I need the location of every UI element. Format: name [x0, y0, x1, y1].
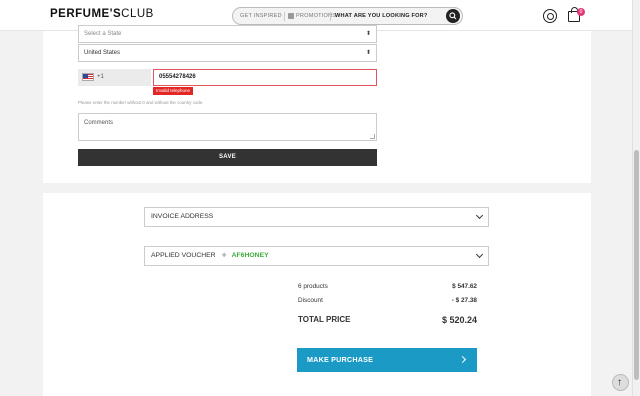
comments-textarea[interactable]: Comments	[78, 113, 377, 141]
search-input[interactable]: WHAT ARE YOU LOOKING FOR?	[335, 13, 428, 19]
make-purchase-button[interactable]: MAKE PURCHASE	[297, 348, 477, 372]
us-flag-icon	[82, 73, 94, 81]
divider	[330, 12, 331, 21]
phone-prefix-select[interactable]: +1	[78, 69, 151, 86]
chevron-down-icon	[475, 250, 484, 259]
arrow-up-icon: ↑	[617, 377, 622, 388]
page-scrollbar[interactable]	[632, 0, 640, 396]
resize-grip-icon[interactable]	[370, 134, 375, 139]
nav-get-inspired[interactable]: GET INSPIRED	[240, 13, 282, 19]
shipping-form-panel: Select a State ⬍ United States ⬍ +1 055542…	[43, 25, 591, 183]
applied-voucher-label: APPLIED VOUCHER	[151, 252, 216, 259]
discount-label: Discount	[298, 297, 323, 304]
user-account-icon[interactable]	[543, 9, 557, 23]
discount-value: - $ 27.38	[451, 297, 477, 304]
phone-prefix-code: +1	[97, 74, 104, 80]
checkout-summary-panel: INVOICE ADDRESS APPLIED VOUCHER ✚ AF6HONEY…	[43, 193, 591, 396]
logo-main-text: PERFUME'S	[50, 8, 122, 20]
comments-placeholder: Comments	[84, 120, 114, 126]
state-select[interactable]: Select a State ⬍	[78, 25, 377, 43]
make-purchase-label: MAKE PURCHASE	[307, 355, 374, 364]
state-select-value: Select a State	[84, 31, 122, 37]
total-label: TOTAL PRICE	[298, 315, 351, 324]
invoice-address-accordion[interactable]: INVOICE ADDRESS	[144, 207, 489, 227]
invoice-address-label: INVOICE ADDRESS	[151, 213, 214, 220]
chevron-down-icon	[475, 211, 484, 220]
select-arrows-icon: ⬍	[365, 50, 371, 56]
plus-icon: ✚	[221, 253, 227, 259]
products-value: $ 547.62	[452, 283, 477, 290]
products-label: 6 products	[298, 283, 328, 290]
country-select[interactable]: United States ⬍	[78, 44, 377, 62]
applied-voucher-accordion[interactable]: APPLIED VOUCHER ✚ AF6HONEY	[144, 246, 489, 266]
back-to-top-button[interactable]: ↑	[612, 374, 629, 391]
select-arrows-icon: ⬍	[365, 31, 371, 37]
phone-hint: Please enter the number without 0 and wi…	[78, 100, 204, 105]
search-bar[interactable]: GET INSPIRED PROMOTIONS WHAT ARE YOU LOO…	[232, 7, 463, 25]
cart-count-badge: 0	[577, 8, 585, 16]
scrollbar-thumb[interactable]	[634, 150, 639, 380]
logo-club-text: CLUB	[121, 8, 154, 20]
voucher-code: AF6HONEY	[231, 252, 269, 259]
logo[interactable]: PERFUME'SCLUB	[50, 8, 154, 20]
save-button[interactable]: SAVE	[78, 149, 377, 166]
promotions-icon	[288, 13, 294, 19]
phone-input[interactable]: 05554278426	[153, 69, 377, 86]
divider	[284, 12, 285, 21]
total-value: $ 520.24	[441, 315, 477, 325]
search-icon[interactable]	[446, 9, 460, 23]
country-select-value: United States	[84, 50, 121, 56]
chevron-right-icon	[458, 355, 467, 364]
phone-error-message: Invalid telephone	[153, 87, 194, 95]
